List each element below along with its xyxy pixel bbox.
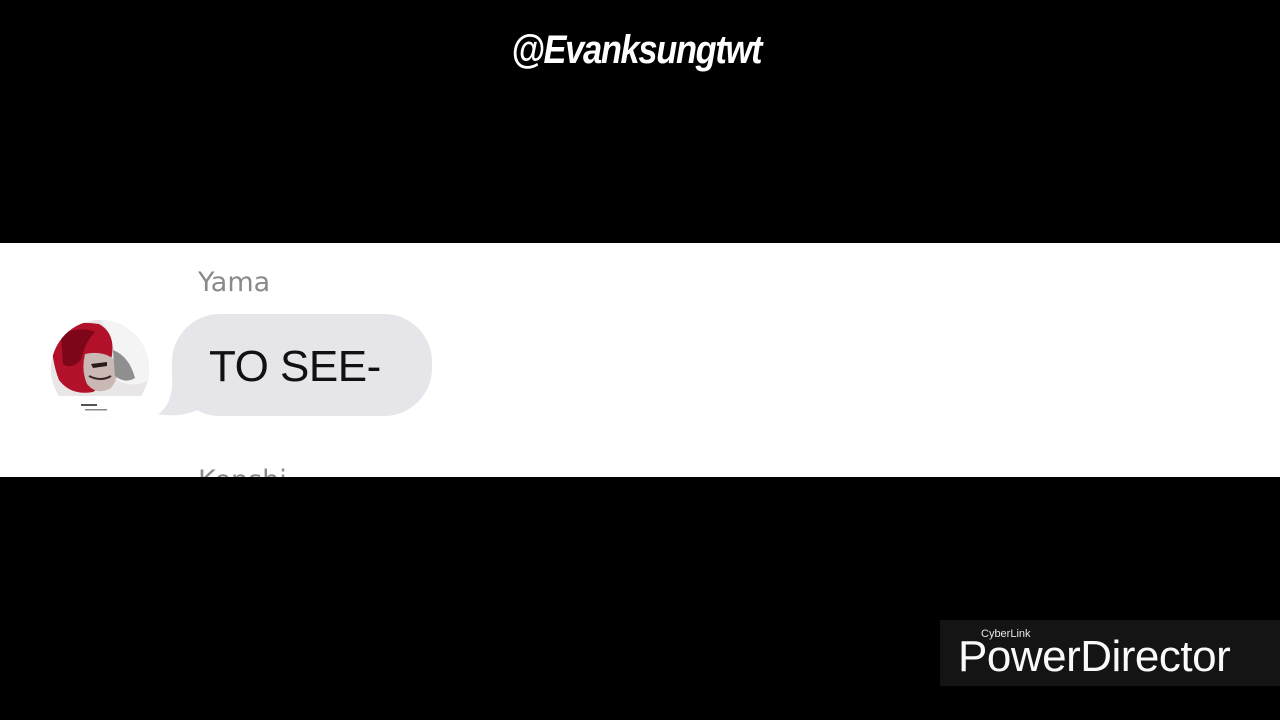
creator-handle: @Evanksungtwt xyxy=(511,28,762,72)
next-sender-name: Kenshi xyxy=(198,465,287,477)
sender-name: Yama xyxy=(198,267,271,298)
message-bubble: TO SEE- xyxy=(172,314,432,416)
profile-avatar-icon xyxy=(51,320,149,418)
editor-watermark: CyberLink PowerDirector xyxy=(940,620,1280,686)
video-frame: @Evanksungtwt Yama TO SEE- K xyxy=(0,0,1280,720)
chat-screenshot: Yama TO SEE- Kenshi xyxy=(0,243,1280,477)
watermark-product: PowerDirector xyxy=(958,632,1231,681)
message-text: TO SEE- xyxy=(209,342,381,391)
